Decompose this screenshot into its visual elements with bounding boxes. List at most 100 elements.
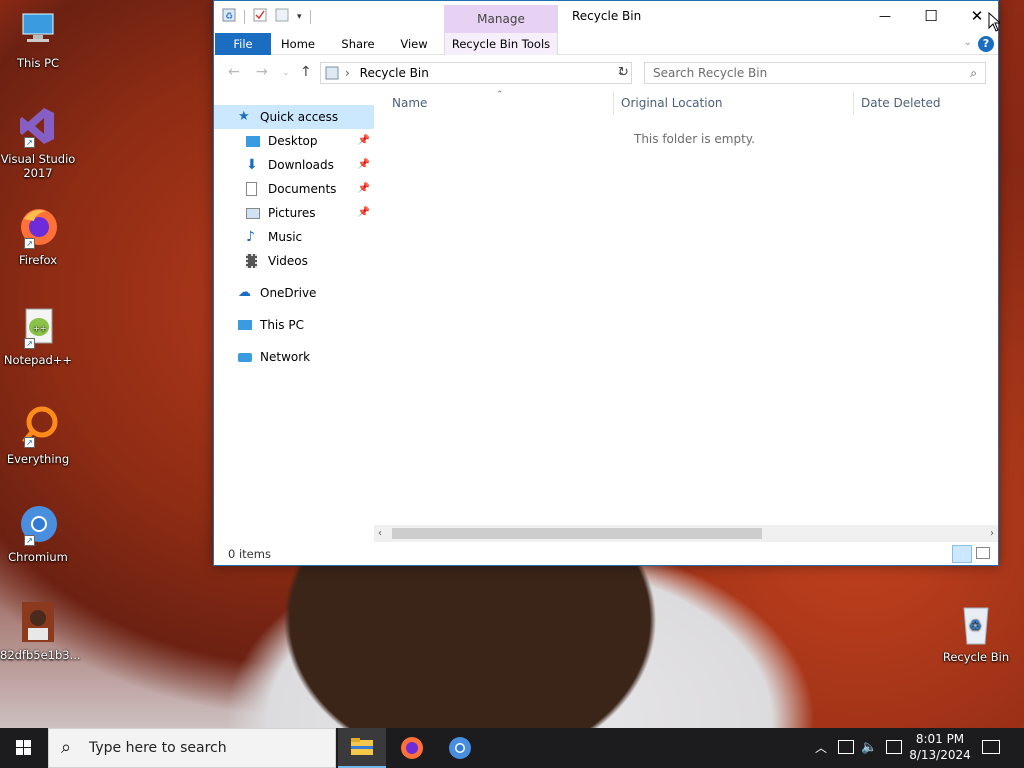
shortcut-arrow-icon: ↗ xyxy=(24,238,35,249)
quick-access-toolbar: ♻ ▾ xyxy=(222,8,311,25)
download-arrow-icon: ⬇ xyxy=(246,157,258,173)
desktop-icon-image-file[interactable]: 82dfb5e1b3... xyxy=(0,600,81,662)
minimize-button[interactable]: — xyxy=(862,1,908,31)
notification-area-icon[interactable] xyxy=(886,740,902,754)
start-button[interactable] xyxy=(0,728,48,768)
ribbon-tab-share[interactable]: Share xyxy=(335,33,381,55)
ribbon-tab-recycle-bin-tools[interactable]: Recycle Bin Tools xyxy=(444,33,558,55)
network-icon xyxy=(238,353,252,362)
scrollbar-thumb[interactable] xyxy=(392,528,762,539)
help-icon[interactable]: ? xyxy=(978,36,994,52)
desktop-icon-this-pc[interactable]: This PC xyxy=(0,8,76,70)
sidebar-item-desktop[interactable]: Desktop 📌 xyxy=(214,129,374,153)
clock-time: 8:01 PM xyxy=(915,732,965,746)
explorer-window: ♻ ▾ Manage Recycle Bin — ☐ ✕ File Home S… xyxy=(213,0,999,566)
picture-icon xyxy=(246,208,260,219)
svg-text:++: ++ xyxy=(33,324,46,333)
sidebar-item-label: Downloads xyxy=(268,158,334,172)
scroll-left-icon[interactable]: ‹ xyxy=(378,525,382,542)
forward-arrow-icon[interactable]: → xyxy=(256,64,268,80)
shortcut-arrow-icon: ↗ xyxy=(24,437,35,448)
show-hidden-icons-chevron-icon[interactable]: ︿ xyxy=(815,728,827,768)
pin-icon[interactable]: 📌 xyxy=(358,153,370,177)
computer-icon xyxy=(238,320,252,330)
breadcrumb-recycle-bin[interactable]: Recycle Bin xyxy=(360,66,429,80)
column-header-original-location[interactable]: Original Location xyxy=(614,91,854,115)
horizontal-scrollbar[interactable]: ‹ › xyxy=(374,525,998,542)
desktop-icon-label: Notepad++ xyxy=(3,353,73,367)
scroll-right-icon[interactable]: › xyxy=(990,525,994,542)
customize-toolbar-chevron-icon[interactable]: ▾ xyxy=(297,12,302,22)
new-folder-icon[interactable] xyxy=(275,8,289,25)
pin-icon[interactable]: 📌 xyxy=(358,201,370,225)
address-bar[interactable]: › Recycle Bin ⌄ xyxy=(320,62,632,84)
desktop-icon-everything[interactable]: ↗ Everything xyxy=(0,404,76,466)
recent-locations-chevron-icon[interactable]: ⌄ xyxy=(282,68,290,78)
desktop-icon-label: This PC xyxy=(16,56,60,70)
sidebar-item-documents[interactable]: Documents 📌 xyxy=(214,177,374,201)
properties-icon[interactable] xyxy=(253,8,267,25)
network-status-icon[interactable] xyxy=(838,740,854,754)
firefox-icon xyxy=(401,737,423,759)
shortcut-arrow-icon: ↗ xyxy=(24,338,35,349)
sidebar-item-quick-access[interactable]: ★ Quick access xyxy=(214,105,374,129)
sidebar-item-music[interactable]: ♪ Music xyxy=(214,225,374,249)
desktop-icon-chromium[interactable]: ↗ Chromium xyxy=(0,502,76,564)
windows-logo-icon xyxy=(16,740,31,755)
ribbon-context-tab-manage[interactable]: Manage xyxy=(444,5,558,33)
ribbon-tab-home[interactable]: Home xyxy=(276,33,320,55)
desktop-icon-recycle-bin[interactable]: ♻ Recycle Bin xyxy=(938,602,1014,664)
svg-text:♻: ♻ xyxy=(969,618,982,634)
empty-folder-message: This folder is empty. xyxy=(634,132,755,146)
sidebar-item-label: Quick access xyxy=(260,110,339,124)
column-header-name[interactable]: Name ⌃ xyxy=(374,90,614,115)
action-center-icon[interactable] xyxy=(982,740,1000,754)
large-icons-view-icon[interactable] xyxy=(976,547,990,559)
sidebar-item-label: Documents xyxy=(268,182,337,196)
search-input[interactable]: Search Recycle Bin ⌕ xyxy=(644,62,986,84)
cloud-icon: ☁ xyxy=(238,285,251,300)
desktop-icon-notepadpp[interactable]: ++ ↗ Notepad++ xyxy=(0,305,76,367)
shortcut-arrow-icon: ↗ xyxy=(24,535,35,546)
title-bar: ♻ ▾ Manage Recycle Bin — ☐ ✕ xyxy=(214,1,998,33)
desktop-folder-icon xyxy=(246,136,260,147)
ribbon-tab-view[interactable]: View xyxy=(392,33,436,55)
volume-muted-icon[interactable]: 🔈 xyxy=(861,728,877,768)
sidebar-item-onedrive[interactable]: ☁ OneDrive xyxy=(214,281,374,305)
desktop-icon-firefox[interactable]: ↗ Firefox xyxy=(0,205,76,267)
sidebar-item-label: Desktop xyxy=(268,134,318,148)
sidebar-item-downloads[interactable]: ⬇ Downloads 📌 xyxy=(214,153,374,177)
sidebar-item-pictures[interactable]: Pictures 📌 xyxy=(214,201,374,225)
back-arrow-icon[interactable]: ← xyxy=(228,64,240,80)
search-icon: ⌕ xyxy=(970,66,977,80)
up-arrow-icon[interactable]: ↑ xyxy=(300,64,312,80)
recycle-bin-icon: ♻ xyxy=(952,602,1000,646)
maximize-button[interactable]: ☐ xyxy=(908,1,954,31)
recycle-bin-small-icon[interactable]: ♻ xyxy=(222,8,236,25)
shortcut-arrow-icon: ↗ xyxy=(24,137,35,148)
taskbar-file-explorer[interactable] xyxy=(338,728,386,768)
breadcrumb-separator-icon[interactable]: › xyxy=(345,66,350,80)
desktop-icon-visual-studio[interactable]: ↗ Visual Studio 2017 xyxy=(0,104,76,180)
ribbon-expand-chevron-icon[interactable]: ⌄ xyxy=(964,37,972,48)
column-header-date-deleted[interactable]: Date Deleted xyxy=(854,91,998,115)
sidebar-item-network[interactable]: Network xyxy=(214,345,374,369)
taskbar-chromium[interactable] xyxy=(436,728,484,768)
taskbar-firefox[interactable] xyxy=(388,728,436,768)
taskbar-search-box[interactable]: ⌕ Type here to search xyxy=(48,728,336,768)
clock[interactable]: 8:01 PM 8/13/2024 xyxy=(908,728,972,768)
desktop-icon-label: Visual Studio 2017 xyxy=(0,152,76,180)
navigation-pane: ★ Quick access Desktop 📌 ⬇ Downloads 📌 D… xyxy=(214,105,374,369)
sidebar-item-label: Videos xyxy=(268,254,308,268)
clock-date: 8/13/2024 xyxy=(909,748,971,762)
pin-icon[interactable]: 📌 xyxy=(358,129,370,153)
sidebar-item-this-pc[interactable]: This PC xyxy=(214,313,374,337)
ribbon-tab-file[interactable]: File xyxy=(215,33,271,55)
refresh-icon[interactable]: ↻ xyxy=(618,65,629,80)
sidebar-item-videos[interactable]: Videos xyxy=(214,249,374,273)
status-item-count: 0 items xyxy=(228,547,271,561)
pin-icon[interactable]: 📌 xyxy=(358,177,370,201)
details-view-icon[interactable] xyxy=(952,545,972,563)
sidebar-item-label: Pictures xyxy=(268,206,316,220)
search-placeholder: Search Recycle Bin xyxy=(653,66,768,80)
